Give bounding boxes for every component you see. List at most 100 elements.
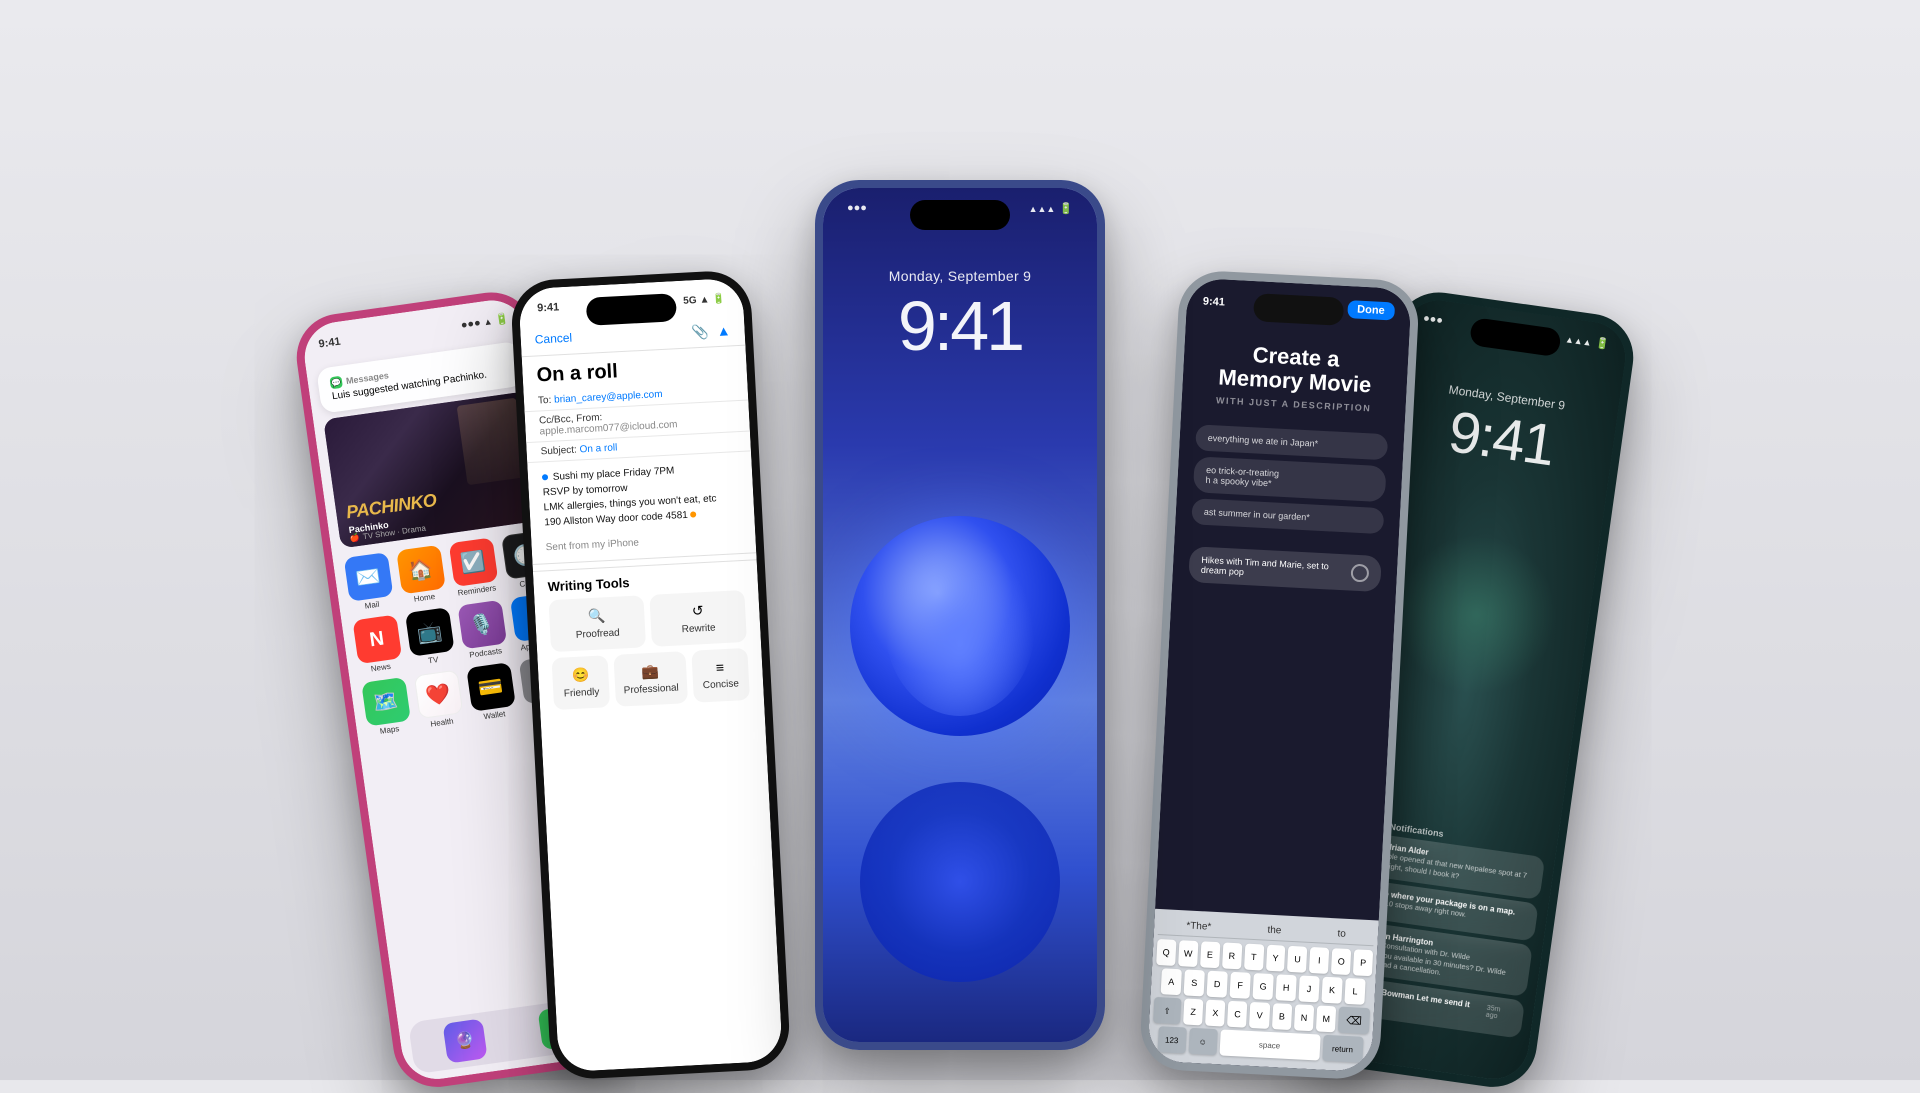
app-wallet[interactable]: 💳 Wallet <box>465 662 517 723</box>
friendly-label: Friendly <box>564 687 600 700</box>
app-maps[interactable]: 🗺️ Maps <box>360 677 412 738</box>
tool-concise[interactable]: ≡ Concise <box>691 648 750 703</box>
phone4-subtitle: WITH JUST A DESCRIPTION <box>1202 395 1386 415</box>
rewrite-label: Rewrite <box>681 623 715 636</box>
key-c[interactable]: C <box>1227 1001 1248 1028</box>
phone3-content: ●●● ▲▲▲ 🔋 Monday, September 9 9:41 <box>823 188 1097 1042</box>
key-z[interactable]: Z <box>1183 998 1204 1025</box>
phone2-time: 9:41 <box>537 301 560 314</box>
key-a[interactable]: A <box>1161 968 1182 995</box>
concise-label: Concise <box>703 678 740 691</box>
key-f[interactable]: F <box>1230 972 1251 999</box>
key-s[interactable]: S <box>1184 969 1205 996</box>
phone3-dynamic-island <box>910 200 1010 230</box>
phone4-input-row[interactable]: Hikes with Tim and Marie, set todream po… <box>1188 547 1382 593</box>
key-space[interactable]: space <box>1219 1029 1320 1060</box>
key-y[interactable]: Y <box>1265 945 1285 972</box>
app-reminders[interactable]: ☑️ Reminders <box>448 537 500 598</box>
concise-icon: ≡ <box>715 659 724 675</box>
phone2-from-value: apple.marcom077@icloud.com <box>539 419 677 437</box>
key-b[interactable]: B <box>1272 1003 1293 1030</box>
phone1-time: 9:41 <box>318 336 342 352</box>
notif-4-time: 35m ago <box>1485 1005 1514 1023</box>
key-l[interactable]: L <box>1344 978 1365 1005</box>
key-p[interactable]: P <box>1353 949 1373 976</box>
key-k[interactable]: K <box>1321 977 1342 1004</box>
phone2-cancel-btn[interactable]: Cancel <box>534 331 572 350</box>
app-podcasts[interactable]: 🎙️ Podcasts <box>456 600 508 661</box>
app-tv-label: TV <box>428 655 439 665</box>
key-g[interactable]: G <box>1252 973 1273 1000</box>
phone2-email-body[interactable]: Sushi my place Friday 7PM RSVP by tomorr… <box>527 451 755 539</box>
phone-3: ●●● ▲▲▲ 🔋 Monday, September 9 9:41 <box>815 180 1105 1050</box>
rewrite-icon: ↺ <box>691 602 704 620</box>
key-t[interactable]: T <box>1244 944 1264 971</box>
phone2-tools-row2: 😊 Friendly 💼 Professional ≡ Concise <box>538 647 765 717</box>
app-mail-label: Mail <box>364 600 380 611</box>
key-shift[interactable]: ⇧ <box>1153 997 1181 1024</box>
app-mail[interactable]: ✉️ Mail <box>343 552 395 613</box>
phone4-prompt-3: ast summer in our garden* <box>1191 499 1384 535</box>
phone4-prompt-2: eo trick-or-treatingh a spooky vibe* <box>1193 457 1387 503</box>
app-home[interactable]: 🏠 Home <box>395 545 447 606</box>
notif-3-content: Kevin Harrington Re: Consultation with D… <box>1364 929 1522 988</box>
key-d[interactable]: D <box>1207 971 1228 998</box>
key-emoji[interactable]: ☺ <box>1188 1028 1217 1055</box>
phone4-dynamic-island <box>1253 293 1344 326</box>
app-health[interactable]: ❤️ Health <box>413 669 465 730</box>
phones-container: 9:41 ●●● ▲ 🔋 💬 Messages Luis suggested w… <box>260 180 1660 1080</box>
key-j[interactable]: J <box>1298 975 1319 1002</box>
key-r[interactable]: R <box>1222 942 1242 969</box>
proofread-label: Proofread <box>576 628 620 641</box>
app-health-label: Health <box>430 717 454 729</box>
key-m[interactable]: M <box>1316 1005 1337 1032</box>
app-tv[interactable]: 📺 TV <box>404 607 456 668</box>
friendly-icon: 😊 <box>572 666 590 684</box>
phone4-done-btn[interactable]: Done <box>1347 300 1395 320</box>
app-maps-label: Maps <box>379 724 400 736</box>
phone2-cursor-blue <box>542 474 548 480</box>
key-x[interactable]: X <box>1205 1000 1226 1027</box>
phone4-content: 9:41 Done Create aMemory Movie WITH JUST… <box>1147 278 1412 1073</box>
key-delete[interactable]: ⌫ <box>1338 1007 1370 1035</box>
key-o[interactable]: O <box>1331 948 1351 975</box>
key-u[interactable]: U <box>1287 946 1307 973</box>
app-podcasts-label: Podcasts <box>469 646 503 659</box>
proofread-icon: 🔍 <box>588 607 606 625</box>
app-home-label: Home <box>413 592 435 604</box>
phone2-to-value[interactable]: brian_carey@apple.com <box>554 389 663 406</box>
key-w[interactable]: W <box>1178 940 1198 967</box>
app-news-label: News <box>370 662 391 674</box>
phone4-keyboard: *The* the to Q W E R T Y U I O P <box>1147 909 1379 1073</box>
phone3-date: Monday, September 9 <box>823 268 1097 284</box>
tool-rewrite[interactable]: ↺ Rewrite <box>649 590 747 647</box>
key-q[interactable]: Q <box>1156 939 1176 966</box>
app-news[interactable]: N News <box>351 614 403 675</box>
dock-siri[interactable]: 🔮 <box>442 1018 487 1063</box>
phone-2: 9:41 5G ▲ 🔋 Cancel 📎 ▲ On a rol <box>510 269 792 1080</box>
key-v[interactable]: V <box>1249 1002 1270 1029</box>
professional-icon: 💼 <box>641 663 659 681</box>
key-i[interactable]: I <box>1309 947 1329 974</box>
key-n[interactable]: N <box>1294 1004 1315 1031</box>
key-123[interactable]: 123 <box>1157 1026 1186 1053</box>
tool-professional[interactable]: 💼 Professional <box>614 651 688 707</box>
phone4-suggestion-1[interactable]: *The* <box>1186 920 1212 932</box>
tool-proofread[interactable]: 🔍 Proofread <box>548 595 646 652</box>
phone-4: 9:41 Done Create aMemory Movie WITH JUST… <box>1139 269 1421 1080</box>
phone3-time: 9:41 <box>823 286 1097 366</box>
phone4-suggestion-2[interactable]: the <box>1267 925 1281 937</box>
phone4-check-circle[interactable] <box>1350 564 1369 583</box>
phone4-input-text: Hikes with Tim and Marie, set todream po… <box>1201 555 1329 582</box>
phone2-subject-value: On a roll <box>579 442 617 455</box>
phone4-main-text: Create aMemory Movie WITH JUST A DESCRIP… <box>1181 310 1410 426</box>
key-h[interactable]: H <box>1275 974 1296 1001</box>
phone4-suggestion-3[interactable]: to <box>1337 928 1346 939</box>
key-e[interactable]: E <box>1200 941 1220 968</box>
app-wallet-label: Wallet <box>483 709 506 721</box>
key-return[interactable]: return <box>1322 1035 1363 1063</box>
phone3-bottom-orb <box>860 782 1060 982</box>
phone4-prompts-list: everything we ate in Japan* eo trick-or-… <box>1174 414 1404 552</box>
phone2-cursor-orange <box>690 512 696 518</box>
tool-friendly[interactable]: 😊 Friendly <box>552 655 611 710</box>
